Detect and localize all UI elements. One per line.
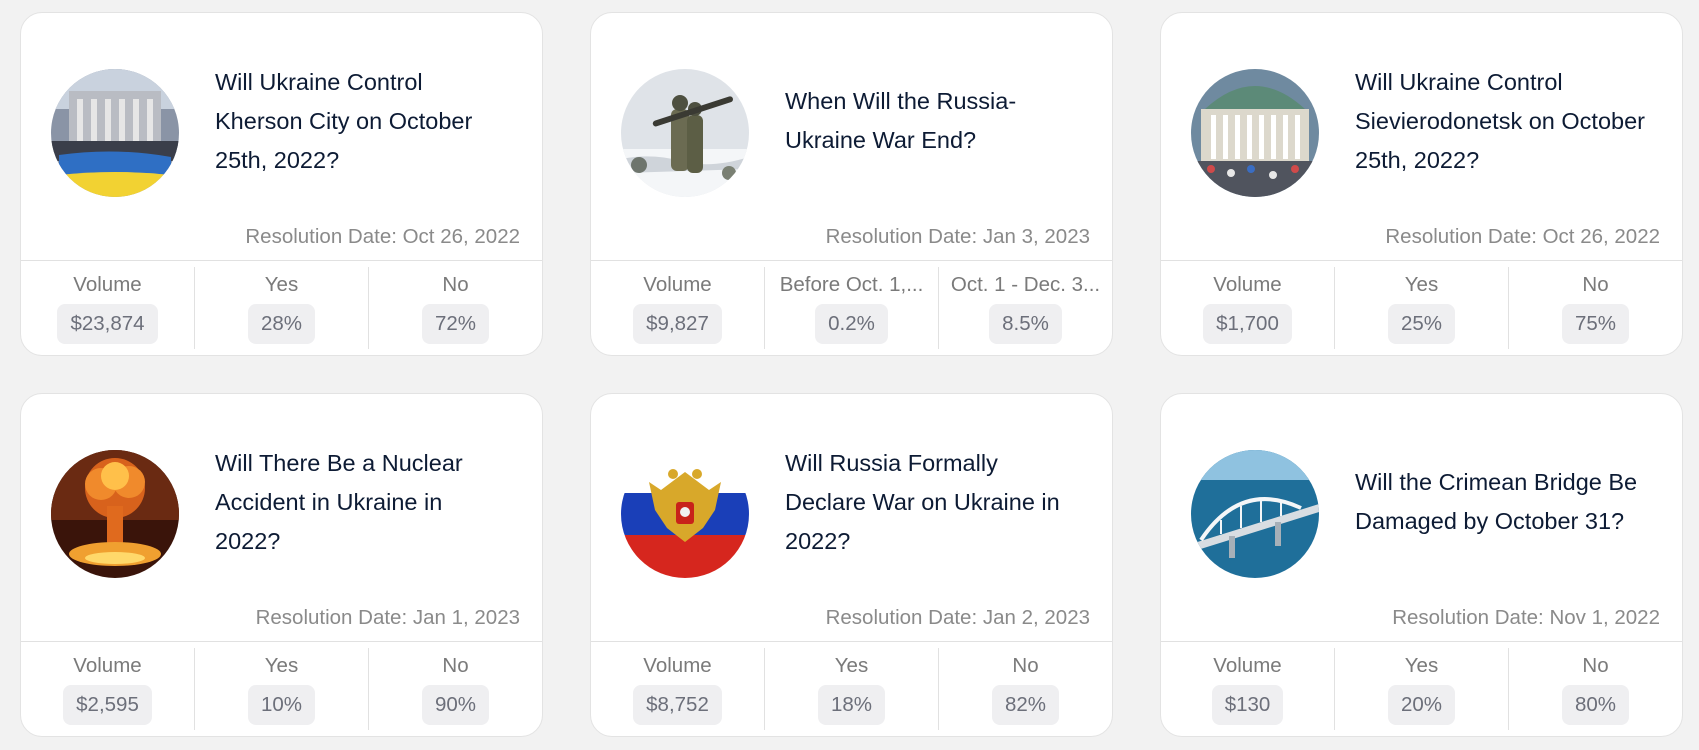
stat-value: 82% [991, 685, 1060, 725]
market-card-header: Will the Crimean Bridge Be Damaged by Oc… [1161, 394, 1682, 642]
market-image[interactable] [1191, 69, 1319, 197]
market-card-header: Will There Be a Nuclear Accident in Ukra… [21, 394, 542, 642]
stat-value: 20% [1387, 685, 1456, 725]
markets-grid: Will Ukraine Control Kherson City on Oct… [0, 0, 1699, 750]
market-stats: Volume $1,700 Yes 25% No 75% [1161, 260, 1682, 355]
stat-option-1[interactable]: Yes 20% [1334, 648, 1508, 730]
resolution-date: Resolution Date: Oct 26, 2022 [1385, 225, 1660, 248]
stat-label: No [1582, 654, 1609, 677]
market-image[interactable] [621, 69, 749, 197]
stat-volume: Volume $1,700 [1161, 267, 1334, 349]
stat-label: Before Oct. 1,... [779, 273, 924, 296]
resolution-date: Resolution Date: Jan 2, 2023 [825, 606, 1090, 629]
stat-label: Volume [643, 654, 712, 677]
stat-value: 90% [421, 685, 490, 725]
stat-label: Oct. 1 - Dec. 3... [950, 273, 1101, 296]
market-stats: Volume $8,752 Yes 18% No 82% [591, 641, 1112, 736]
stat-label: No [442, 273, 469, 296]
market-stats: Volume $23,874 Yes 28% No 72% [21, 260, 542, 355]
stat-option-2[interactable]: No 82% [938, 648, 1112, 730]
stat-option-1[interactable]: Yes 10% [194, 648, 368, 730]
market-card[interactable]: Will Ukraine Control Sievierodonetsk on … [1160, 12, 1683, 356]
stat-value: 80% [1561, 685, 1630, 725]
stat-label: Volume [73, 273, 142, 296]
stat-option-1[interactable]: Before Oct. 1,... 0.2% [764, 267, 938, 349]
stat-value: 8.5% [989, 304, 1062, 344]
stat-volume: Volume $2,595 [21, 648, 194, 730]
market-card[interactable]: Will the Crimean Bridge Be Damaged by Oc… [1160, 393, 1683, 737]
stat-label: Volume [1213, 654, 1282, 677]
market-title[interactable]: Will Ukraine Control Kherson City on Oct… [215, 61, 514, 181]
stat-value: $23,874 [57, 304, 158, 344]
market-card-header: Will Ukraine Control Kherson City on Oct… [21, 13, 542, 261]
stat-option-2[interactable]: No 75% [1508, 267, 1682, 349]
stat-value: 28% [247, 304, 316, 344]
market-title[interactable]: Will the Crimean Bridge Be Damaged by Oc… [1355, 442, 1654, 562]
stat-value: $1,700 [1203, 304, 1292, 344]
stat-label: Yes [1404, 654, 1439, 677]
market-card[interactable]: Will Russia Formally Declare War on Ukra… [590, 393, 1113, 737]
stat-value: 0.2% [815, 304, 888, 344]
resolution-date: Resolution Date: Jan 3, 2023 [825, 225, 1090, 248]
stat-value: $9,827 [633, 304, 722, 344]
stat-option-1[interactable]: Yes 28% [194, 267, 368, 349]
stat-option-2[interactable]: No 80% [1508, 648, 1682, 730]
stat-option-2[interactable]: No 90% [368, 648, 542, 730]
market-stats: Volume $9,827 Before Oct. 1,... 0.2% Oct… [591, 260, 1112, 355]
stat-volume: Volume $8,752 [591, 648, 764, 730]
stat-label: Volume [73, 654, 142, 677]
market-image[interactable] [1191, 450, 1319, 578]
market-image[interactable] [51, 450, 179, 578]
stat-value: 10% [247, 685, 316, 725]
stat-value: $2,595 [63, 685, 152, 725]
stat-label: Yes [1404, 273, 1439, 296]
market-title[interactable]: Will Russia Formally Declare War on Ukra… [785, 442, 1084, 562]
market-stats: Volume $2,595 Yes 10% No 90% [21, 641, 542, 736]
market-card-header: When Will the Russia-Ukraine War End? Re… [591, 13, 1112, 261]
market-image[interactable] [621, 450, 749, 578]
stat-volume: Volume $9,827 [591, 267, 764, 349]
stat-option-2[interactable]: No 72% [368, 267, 542, 349]
stat-value: 75% [1561, 304, 1630, 344]
stat-value: 18% [817, 685, 886, 725]
stat-option-1[interactable]: Yes 18% [764, 648, 938, 730]
stat-label: Yes [264, 273, 299, 296]
stat-value: 25% [1387, 304, 1456, 344]
market-title[interactable]: Will There Be a Nuclear Accident in Ukra… [215, 442, 514, 562]
market-card[interactable]: Will Ukraine Control Kherson City on Oct… [20, 12, 543, 356]
market-title[interactable]: When Will the Russia-Ukraine War End? [785, 61, 1084, 181]
stat-option-2[interactable]: Oct. 1 - Dec. 3... 8.5% [938, 267, 1112, 349]
stat-label: Yes [264, 654, 299, 677]
stat-option-1[interactable]: Yes 25% [1334, 267, 1508, 349]
stat-value: $8,752 [633, 685, 722, 725]
stat-volume: Volume $23,874 [21, 267, 194, 349]
market-card[interactable]: Will There Be a Nuclear Accident in Ukra… [20, 393, 543, 737]
resolution-date: Resolution Date: Oct 26, 2022 [245, 225, 520, 248]
stat-label: Yes [834, 654, 869, 677]
market-stats: Volume $130 Yes 20% No 80% [1161, 641, 1682, 736]
stat-value: $130 [1211, 685, 1284, 725]
stat-value: 72% [421, 304, 490, 344]
stat-label: No [1582, 273, 1609, 296]
market-card[interactable]: When Will the Russia-Ukraine War End? Re… [590, 12, 1113, 356]
stat-volume: Volume $130 [1161, 648, 1334, 730]
resolution-date: Resolution Date: Nov 1, 2022 [1392, 606, 1660, 629]
market-title[interactable]: Will Ukraine Control Sievierodonetsk on … [1355, 61, 1654, 181]
stat-label: No [1012, 654, 1039, 677]
market-image[interactable] [51, 69, 179, 197]
stat-label: Volume [643, 273, 712, 296]
stat-label: Volume [1213, 273, 1282, 296]
resolution-date: Resolution Date: Jan 1, 2023 [255, 606, 520, 629]
market-card-header: Will Ukraine Control Sievierodonetsk on … [1161, 13, 1682, 261]
stat-label: No [442, 654, 469, 677]
market-card-header: Will Russia Formally Declare War on Ukra… [591, 394, 1112, 642]
